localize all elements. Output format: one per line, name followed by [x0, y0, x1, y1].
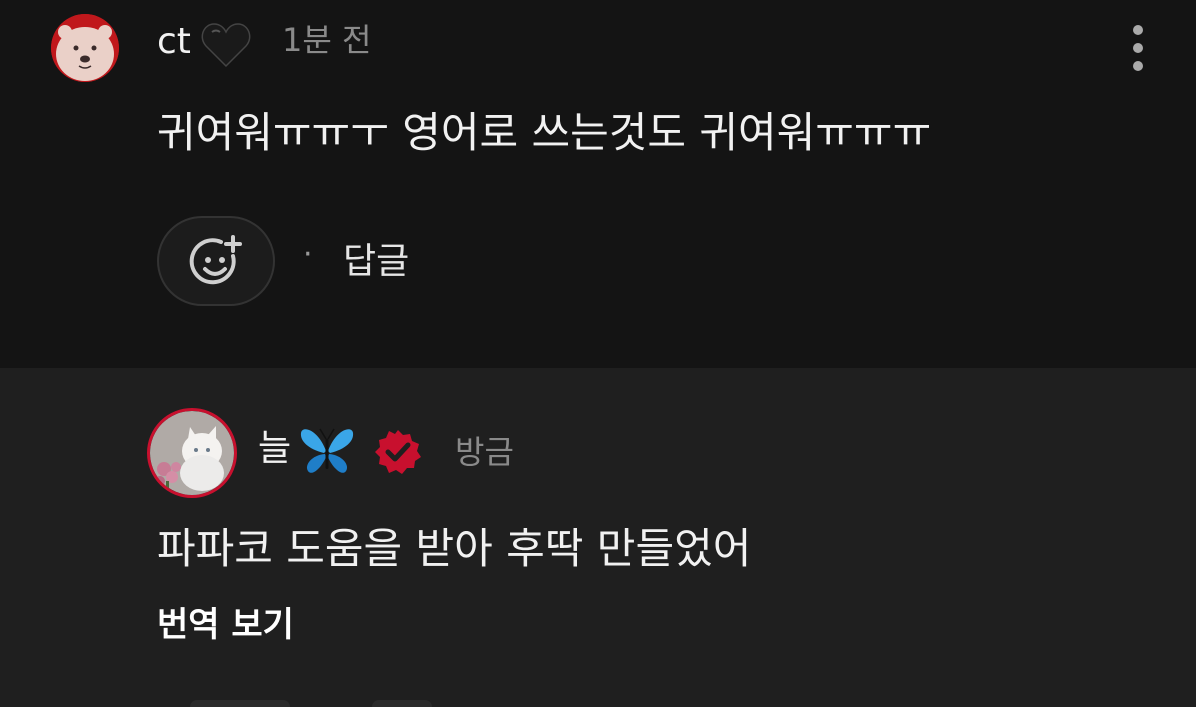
black-heart-icon [201, 23, 251, 68]
comment-text: 귀여워ㅠㅠㅜ 영어로 쓰는것도 귀여워ㅠㅠㅠ [157, 108, 932, 157]
comment-text: 파파코 도움을 받아 후딱 만들었어 [157, 524, 752, 573]
comment-timestamp: 1분 전 [282, 21, 372, 59]
add-reaction-icon [189, 235, 242, 285]
comments-thread: ct 1분 전 귀여워ㅠㅠㅜ 영어로 쓰는것도 귀여워ㅠㅠㅠ · 답글 늘 방금… [0, 0, 1196, 707]
add-reaction-button[interactable] [157, 216, 275, 306]
more-vertical-icon[interactable] [1120, 22, 1156, 74]
separator-dot: · [303, 237, 313, 272]
verified-badge-icon [375, 430, 421, 474]
butterfly-icon [300, 428, 354, 473]
reply-button[interactable]: 답글 [343, 244, 409, 280]
action-pill [372, 700, 432, 707]
avatar[interactable] [147, 408, 237, 498]
comment-item: ct 1분 전 귀여워ㅠㅠㅜ 영어로 쓰는것도 귀여워ㅠㅠㅠ · 답글 [0, 0, 1196, 368]
comment-timestamp: 방금 [455, 433, 514, 471]
see-translation-button[interactable]: 번역 보기 [157, 608, 294, 642]
action-pill [190, 700, 290, 707]
avatar[interactable] [51, 14, 119, 82]
username[interactable]: 늘 [258, 431, 291, 467]
username[interactable]: ct [157, 24, 191, 60]
